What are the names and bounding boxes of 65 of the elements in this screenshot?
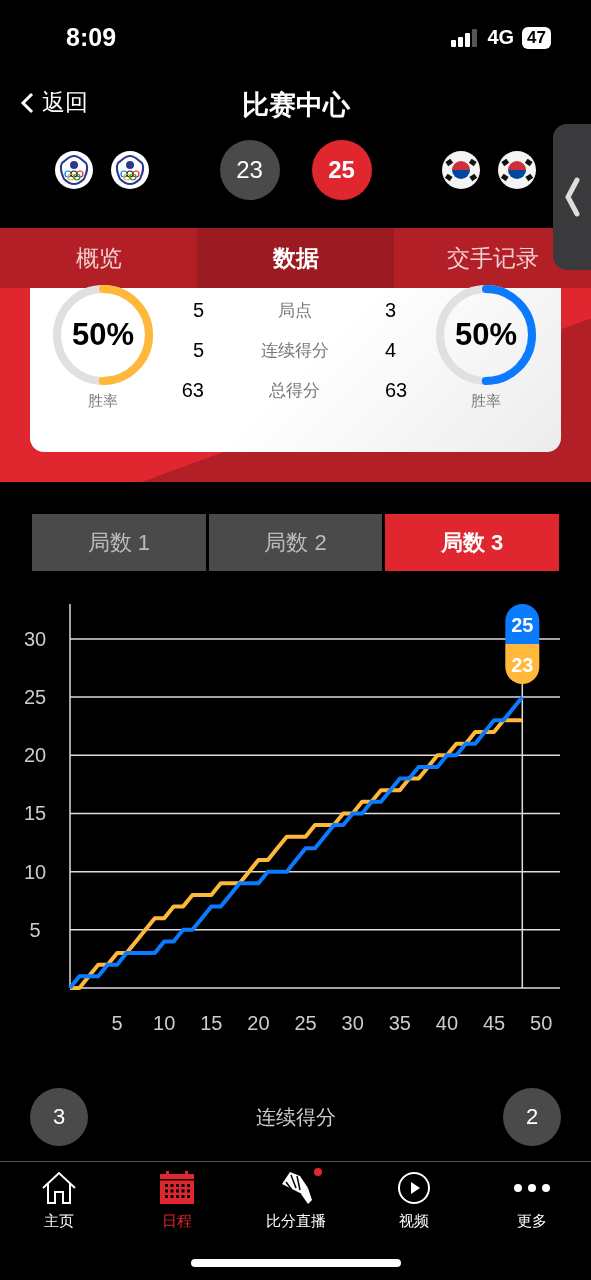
x-tick-label: 15 xyxy=(200,1012,223,1034)
win-rate-value: 50% xyxy=(453,316,518,354)
stat-value: 63 xyxy=(384,378,409,402)
stat-label: 总得分 xyxy=(268,379,321,402)
play-icon xyxy=(396,1171,431,1205)
flag-icon xyxy=(442,151,480,189)
stat-label: 连续得分 xyxy=(259,339,330,362)
x-tick-label: 30 xyxy=(341,1012,364,1034)
game-tab[interactable]: 局数 3 xyxy=(385,514,559,571)
x-tick-label: 20 xyxy=(247,1012,270,1034)
streak-count: 2 xyxy=(503,1088,561,1146)
flag-icon xyxy=(111,151,149,189)
nav-tab[interactable]: 比分直播 xyxy=(236,1162,355,1242)
stat-label: 局点 xyxy=(276,299,313,322)
x-tick-label: 35 xyxy=(388,1012,411,1034)
flag-icon xyxy=(498,151,536,189)
flag-icon xyxy=(55,151,93,189)
side-menu[interactable] xyxy=(553,124,591,270)
score-tooltip: 25 xyxy=(505,604,540,644)
x-tick-label: 5 xyxy=(111,1012,123,1034)
game-tab[interactable]: 局数 2 xyxy=(208,514,383,571)
annotation: 23 xyxy=(511,654,534,676)
nav-tab[interactable]: 更多 xyxy=(472,1162,591,1242)
chevron-left-icon xyxy=(564,177,580,217)
stat-value: 5 xyxy=(191,338,205,362)
stat-value: 3 xyxy=(384,298,398,322)
y-tick-label: 5 xyxy=(29,918,41,941)
section-tab[interactable]: 数据 xyxy=(197,228,394,288)
nav-tab[interactable]: 主页 xyxy=(0,1162,119,1242)
y-tick-label: 30 xyxy=(23,627,47,650)
stat-value: 5 xyxy=(191,298,205,322)
more-icon xyxy=(513,1183,550,1193)
back-button[interactable]: 返回 xyxy=(20,87,88,118)
stat-value: 4 xyxy=(384,338,398,362)
home-icon xyxy=(41,1171,78,1205)
win-rate-label: 胜率 xyxy=(88,392,118,411)
section-tab[interactable]: 概览 xyxy=(0,228,197,288)
x-tick-label: 25 xyxy=(294,1012,317,1034)
streak-label: 连续得分 xyxy=(255,1104,336,1130)
x-tick-label: 40 xyxy=(435,1012,459,1034)
stat-value: 63 xyxy=(180,378,205,402)
page-title: 比赛中心 xyxy=(241,89,350,122)
signal-icon xyxy=(451,28,480,47)
game-score: 23 xyxy=(219,140,280,200)
network-label: 4G xyxy=(487,26,515,49)
y-tick-label: 25 xyxy=(23,686,47,709)
streak-count: 3 xyxy=(30,1088,88,1146)
x-tick-label: 50 xyxy=(530,1012,553,1034)
nav-tab[interactable]: 日程 xyxy=(118,1162,237,1242)
x-tick-label: 10 xyxy=(153,1012,176,1034)
status-time: 8:09 xyxy=(66,23,117,52)
chevron-left-icon xyxy=(20,91,34,114)
game-score: 25 xyxy=(311,140,372,200)
annotation: 25 xyxy=(511,614,534,636)
nav-tab[interactable]: 视频 xyxy=(354,1162,473,1242)
y-tick-label: 20 xyxy=(23,744,47,767)
battery-level: 47 xyxy=(522,26,551,49)
calendar-icon xyxy=(159,1171,196,1205)
score-tooltip: 23 xyxy=(505,644,540,684)
y-tick-label: 10 xyxy=(23,860,47,883)
win-rate-value: 50% xyxy=(70,316,135,354)
x-tick-label: 45 xyxy=(482,1012,506,1034)
win-rate-label: 胜率 xyxy=(471,392,501,411)
y-tick-label: 15 xyxy=(23,802,47,825)
game-tab[interactable]: 局数 1 xyxy=(32,514,206,571)
